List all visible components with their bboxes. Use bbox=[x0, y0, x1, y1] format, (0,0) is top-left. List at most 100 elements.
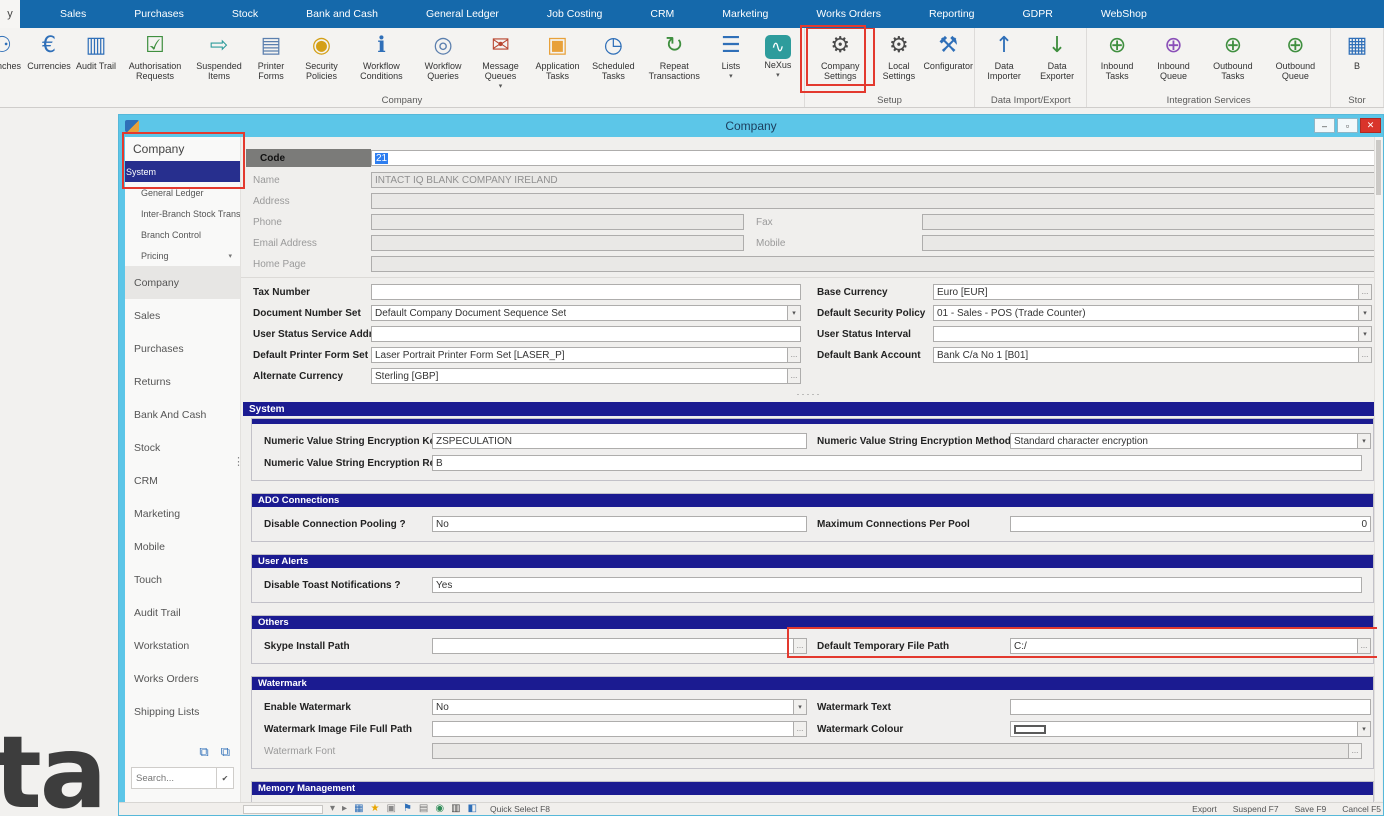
ribbon-tab-general-ledger[interactable]: General Ledger bbox=[402, 0, 523, 28]
ribbon-button-application-tasks[interactable]: ▣Application Tasks bbox=[531, 30, 584, 83]
ribbon-tab-marketing[interactable]: Marketing bbox=[698, 0, 792, 28]
field-base-currency[interactable]: Euro [EUR] bbox=[933, 284, 1359, 300]
dropdown-button[interactable]: ▾ bbox=[1358, 721, 1371, 737]
ribbon-active-tab-partial[interactable]: y bbox=[0, 0, 20, 28]
sidebar-section-audit-trail[interactable]: Audit Trail bbox=[125, 596, 240, 629]
ribbon-button-audit-trail[interactable]: ▥Audit Trail bbox=[74, 30, 118, 73]
dropdown-button[interactable]: ▾ bbox=[1358, 433, 1371, 449]
ribbon-button-data-importer[interactable]: ↑Data Importer bbox=[979, 30, 1029, 83]
field-numeric-value-string-encryption-key[interactable]: ZSPECULATION bbox=[432, 433, 807, 449]
ribbon-button-inbound-queue[interactable]: ⊕Inbound Queue bbox=[1146, 30, 1201, 83]
minimize-button[interactable]: – bbox=[1314, 118, 1335, 133]
quick-filter-box[interactable] bbox=[243, 805, 323, 814]
dropdown-button[interactable]: ▾ bbox=[794, 699, 807, 715]
field-skype-install-path[interactable] bbox=[432, 638, 794, 654]
ellipsis-button[interactable]: … bbox=[1359, 347, 1372, 363]
sidebar-section-returns[interactable]: Returns bbox=[125, 365, 240, 398]
ellipsis-button[interactable]: … bbox=[788, 368, 801, 384]
ribbon-button-suspended-items[interactable]: ⇨Suspended Items bbox=[192, 30, 246, 83]
ribbon-button-local-settings[interactable]: ⚙Local Settings bbox=[875, 30, 924, 83]
statusbar-icon-4[interactable]: ▣ bbox=[386, 804, 395, 814]
ribbon-button-inbound-tasks[interactable]: ⊕Inbound Tasks bbox=[1091, 30, 1143, 83]
statusbar-button-export[interactable]: Export bbox=[1192, 804, 1217, 814]
sidebar-section-marketing[interactable]: Marketing bbox=[125, 497, 240, 530]
ribbon-tab-purchases[interactable]: Purchases bbox=[110, 0, 208, 28]
ribbon-button-outbound-tasks[interactable]: ⊕Outbound Tasks bbox=[1204, 30, 1262, 83]
sidebar-section-touch[interactable]: Touch bbox=[125, 563, 240, 596]
field-name[interactable]: INTACT IQ BLANK COMPANY IRELAND bbox=[371, 172, 1375, 188]
field-watermark-font[interactable] bbox=[432, 743, 1349, 759]
ribbon-tab-job-costing[interactable]: Job Costing bbox=[523, 0, 626, 28]
field-address[interactable] bbox=[371, 193, 1375, 209]
sidebar-section-works-orders[interactable]: Works Orders bbox=[125, 662, 240, 695]
ribbon-button-outbound-queue[interactable]: ⊕Outbound Queue bbox=[1265, 30, 1326, 83]
ribbon-button-printer-forms[interactable]: ▤Printer Forms bbox=[249, 30, 293, 83]
statusbar-icon-9[interactable]: ◧ bbox=[468, 804, 477, 814]
statusbar-icon-5[interactable]: ⚑ bbox=[403, 804, 412, 814]
statusbar-icon-2[interactable]: ▦ bbox=[354, 804, 363, 814]
statusbar-button-suspend-f7[interactable]: Suspend F7 bbox=[1233, 804, 1279, 814]
dropdown-button[interactable]: ▾ bbox=[788, 305, 801, 321]
statusbar-button-save-f9[interactable]: Save F9 bbox=[1295, 804, 1327, 814]
field-numeric-value-string-encryption-repea[interactable]: B bbox=[432, 455, 1362, 471]
ribbon-button-company-settings[interactable]: ⚙Company Settings bbox=[809, 30, 872, 83]
scrollbar-thumb[interactable] bbox=[1376, 140, 1381, 195]
ellipsis-button[interactable]: … bbox=[1358, 638, 1371, 654]
dropdown-button[interactable]: ▾ bbox=[1359, 326, 1372, 342]
field-disable-connection-pooling[interactable]: No bbox=[432, 516, 807, 532]
maximize-button[interactable]: ▫ bbox=[1337, 118, 1358, 133]
cascade-windows-icon[interactable]: ⧉ bbox=[199, 745, 208, 760]
field-numeric-value-string-encryption-method[interactable]: Standard character encryption bbox=[1010, 433, 1358, 449]
sidebar-item-branch-control[interactable]: Branch Control bbox=[125, 224, 240, 245]
sidebar-section-shipping-lists[interactable]: Shipping Lists bbox=[125, 695, 240, 728]
ribbon-tab-crm[interactable]: CRM bbox=[626, 0, 698, 28]
field-user-status-interval[interactable] bbox=[933, 326, 1359, 342]
statusbar-icon-3[interactable]: ★ bbox=[371, 804, 380, 814]
ribbon-button-data-exporter[interactable]: ↓Data Exporter bbox=[1032, 30, 1082, 83]
ellipsis-button[interactable]: … bbox=[1349, 743, 1362, 759]
ribbon-button-nexus[interactable]: ∿NeXus▾ bbox=[756, 30, 800, 81]
field-user-status-service-address[interactable] bbox=[371, 326, 801, 342]
ribbon-button-currencies[interactable]: €Currencies bbox=[27, 30, 71, 73]
field-watermark-image-file-full-path[interactable] bbox=[432, 721, 794, 737]
ribbon-button-workflow-queries[interactable]: ◎Workflow Queries bbox=[416, 30, 471, 83]
ribbon-button-authorisation-requests[interactable]: ☑Authorisation Requests bbox=[121, 30, 189, 83]
ribbon-button-security-policies[interactable]: ◉Security Policies bbox=[296, 30, 347, 83]
splitter-handle[interactable]: ····· bbox=[241, 389, 1377, 402]
ellipsis-button[interactable]: … bbox=[1359, 284, 1372, 300]
search-input[interactable] bbox=[132, 768, 216, 788]
statusbar-icon-8[interactable]: ▥ bbox=[451, 804, 460, 814]
field-fax[interactable] bbox=[922, 214, 1375, 230]
field-default-printer-form-set[interactable]: Laser Portrait Printer Form Set [LASER_P… bbox=[371, 347, 788, 363]
close-button[interactable]: ✕ bbox=[1360, 118, 1381, 133]
statusbar-icon-6[interactable]: ▤ bbox=[419, 804, 428, 814]
field-mobile[interactable] bbox=[922, 235, 1375, 251]
field-disable-toast-notifications[interactable]: Yes bbox=[432, 577, 1362, 593]
ribbon-tab-reporting[interactable]: Reporting bbox=[905, 0, 999, 28]
sidebar-section-purchases[interactable]: Purchases bbox=[125, 332, 240, 365]
ribbon-tab-webshop[interactable]: WebShop bbox=[1077, 0, 1171, 28]
field-enable-watermark[interactable]: No bbox=[432, 699, 794, 715]
tile-windows-icon[interactable]: ⧉ bbox=[221, 745, 230, 760]
dropdown-button[interactable]: ▾ bbox=[1359, 305, 1372, 321]
field-watermark-text[interactable] bbox=[1010, 699, 1371, 715]
sidebar-section-workstation[interactable]: Workstation bbox=[125, 629, 240, 662]
ribbon-tab-stock[interactable]: Stock bbox=[208, 0, 282, 28]
statusbar-button-cancel-f5[interactable]: Cancel F5 bbox=[1342, 804, 1381, 814]
sidebar-item-general-ledger[interactable]: General Ledger bbox=[125, 182, 240, 203]
ribbon-button-branches[interactable]: ⚇Branches bbox=[0, 30, 24, 73]
sidebar-item-system[interactable]: System bbox=[125, 161, 240, 182]
ellipsis-button[interactable]: … bbox=[788, 347, 801, 363]
ribbon-button-lists[interactable]: ☰Lists▾ bbox=[709, 30, 753, 82]
sidebar-section-crm[interactable]: CRM bbox=[125, 464, 240, 497]
field-alternate-currency[interactable]: Sterling [GBP] bbox=[371, 368, 788, 384]
ribbon-tab-gdpr[interactable]: GDPR bbox=[999, 0, 1077, 28]
statusbar-icon-1[interactable]: ▸ bbox=[342, 804, 347, 814]
field-default-temporary-file-path[interactable]: C:/ bbox=[1010, 638, 1358, 654]
field-document-number-set[interactable]: Default Company Document Sequence Set bbox=[371, 305, 788, 321]
field-default-bank-account[interactable]: Bank C/a No 1 [B01] bbox=[933, 347, 1359, 363]
statusbar-icon-7[interactable]: ◉ bbox=[435, 804, 444, 814]
ribbon-tab-works-orders[interactable]: Works Orders bbox=[792, 0, 905, 28]
ribbon-tab-bank-and-cash[interactable]: Bank and Cash bbox=[282, 0, 402, 28]
sidebar-item-inter-branch-stock-transfer[interactable]: Inter-Branch Stock Transfer bbox=[125, 203, 240, 224]
